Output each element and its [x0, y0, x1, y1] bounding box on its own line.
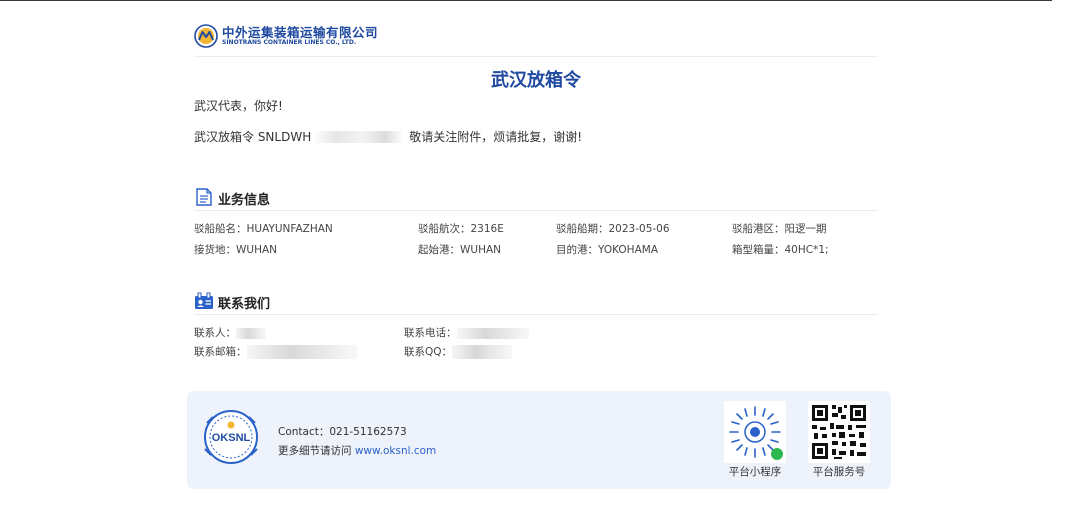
field-contact-phone: 联系电话：	[404, 325, 529, 340]
redacted-contact-person	[236, 327, 266, 339]
contact-phone-text: Contact：021-51162573	[278, 426, 407, 438]
message-text: 武汉放箱令 SNLDWH 敬请关注附件，烦请批复，谢谢!	[194, 128, 582, 145]
company-name-en: SINOTRANS CONTAINER LINES CO., LTD.	[222, 39, 357, 46]
field-receipt-place: 接货地：WUHAN	[194, 244, 278, 256]
service-account-label: 平台服务号	[812, 466, 866, 478]
field-barge-name: 驳船船名：HUAYUNFAZHAN	[194, 223, 333, 235]
field-container-qty: 箱型箱量：40HC*1;	[732, 244, 829, 256]
message-suffix: 敬请关注附件，烦请批复，谢谢!	[409, 130, 583, 144]
field-barge-port-area: 驳船港区：阳逻一期	[732, 223, 827, 235]
oksnl-logo-text: OKSNL	[212, 432, 251, 444]
greeting-text: 武汉代表，你好!	[194, 99, 283, 113]
service-account-qr-icon	[808, 401, 870, 463]
footer-panel: OKSNL Contact：021-51162573 更多细节请访问 www.o…	[187, 391, 891, 489]
business-info-title: 业务信息	[218, 193, 271, 208]
contact-us-title: 联系我们	[218, 297, 271, 312]
field-barge-voyage: 驳船航次：2316E	[418, 223, 504, 235]
contact-card-icon	[195, 292, 213, 309]
redacted-contact-phone	[456, 327, 529, 339]
document-icon	[196, 188, 212, 206]
brand-header: 中外运集装箱运输有限公司 SINOTRANS CONTAINER LINES C…	[194, 22, 878, 57]
field-origin-port: 起始港：WUHAN	[418, 244, 502, 256]
field-contact-person: 联系人：	[194, 325, 266, 340]
message-prefix: 武汉放箱令 SNLDWH	[194, 130, 312, 144]
field-destination-port: 目的港：YOKOHAMA	[556, 244, 659, 256]
top-divider	[0, 0, 1052, 1]
field-contact-email: 联系邮箱：	[194, 344, 357, 359]
sinotrans-logo-icon	[194, 24, 218, 48]
oksnl-logo-icon: OKSNL	[204, 410, 258, 464]
oksnl-website-link[interactable]: www.oksnl.com	[355, 445, 436, 457]
field-barge-date: 驳船船期：2023-05-06	[556, 223, 670, 235]
mini-program-label: 平台小程序	[728, 466, 782, 478]
mini-program-qr-icon	[724, 401, 786, 463]
business-info-header: 业务信息	[194, 188, 878, 211]
more-info-text: 更多细节请访问 www.oksnl.com	[278, 445, 437, 457]
page-title: 武汉放箱令	[491, 70, 581, 91]
redacted-order-number	[313, 130, 404, 143]
redacted-contact-qq	[452, 345, 513, 359]
redacted-contact-email	[246, 345, 357, 359]
field-contact-qq: 联系QQ：	[404, 344, 513, 359]
contact-us-header: 联系我们	[194, 292, 878, 315]
